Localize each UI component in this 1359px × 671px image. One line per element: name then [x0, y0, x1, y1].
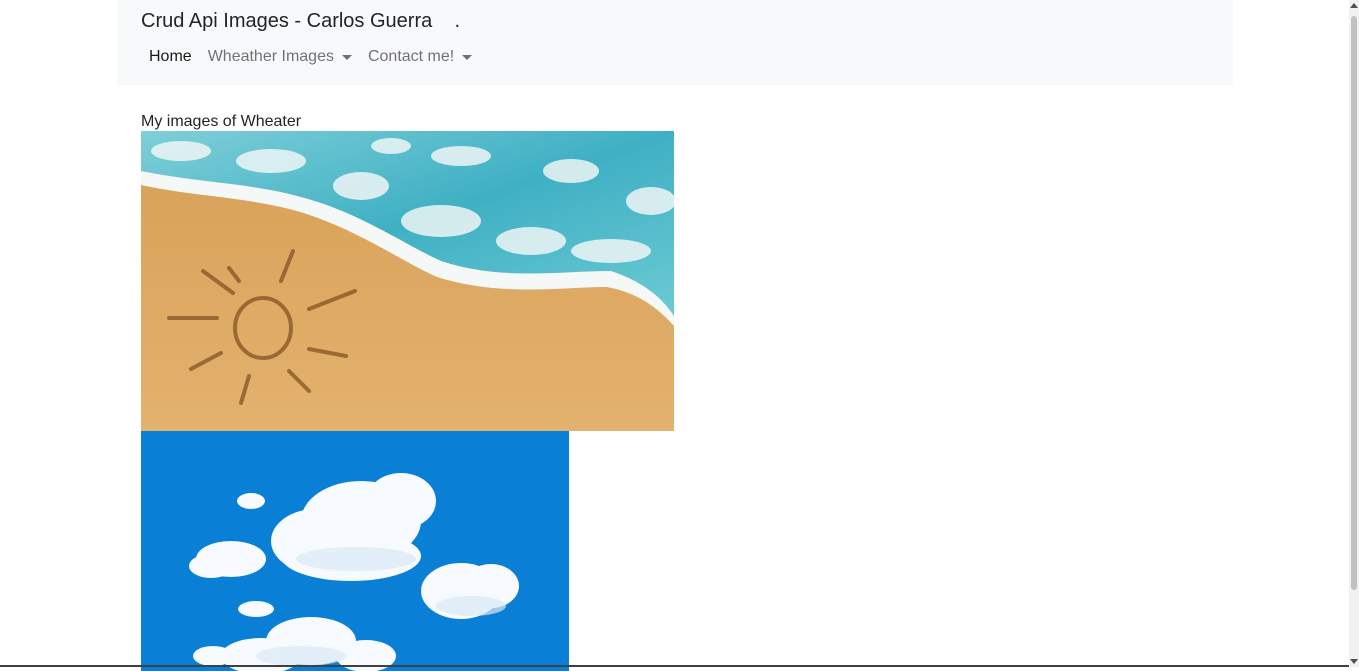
nav-item-home[interactable]: Home [141, 46, 200, 68]
nav-item-wheather-images[interactable]: Wheather Images [200, 46, 360, 68]
caret-down-icon [462, 55, 473, 60]
page-heading: My images of Wheater [141, 113, 302, 130]
scroll-down-icon[interactable] [1350, 659, 1358, 664]
vertical-scrollbar[interactable] [1349, 0, 1359, 667]
nav-item-home-label: Home [149, 48, 192, 65]
navbar-brand[interactable]: Crud Api Images - Carlos Guerra . [141, 10, 460, 33]
main-content: My images of Wheater [141, 112, 674, 671]
nav-item-contact[interactable]: Contact me! [360, 46, 480, 68]
caret-down-icon [341, 55, 352, 60]
beach-sun-image [141, 131, 674, 431]
scroll-up-icon[interactable] [1350, 3, 1358, 8]
nav-menu: Home Wheather Images Contact me! [141, 46, 480, 68]
sky-clouds-image [141, 431, 569, 671]
navbar: Crud Api Images - Carlos Guerra . Home W… [117, 0, 1233, 85]
nav-item-contact-label: Contact me! [367, 48, 455, 65]
nav-item-wheather-images-label: Wheather Images [207, 48, 334, 65]
scroll-thumb[interactable] [1351, 16, 1357, 590]
